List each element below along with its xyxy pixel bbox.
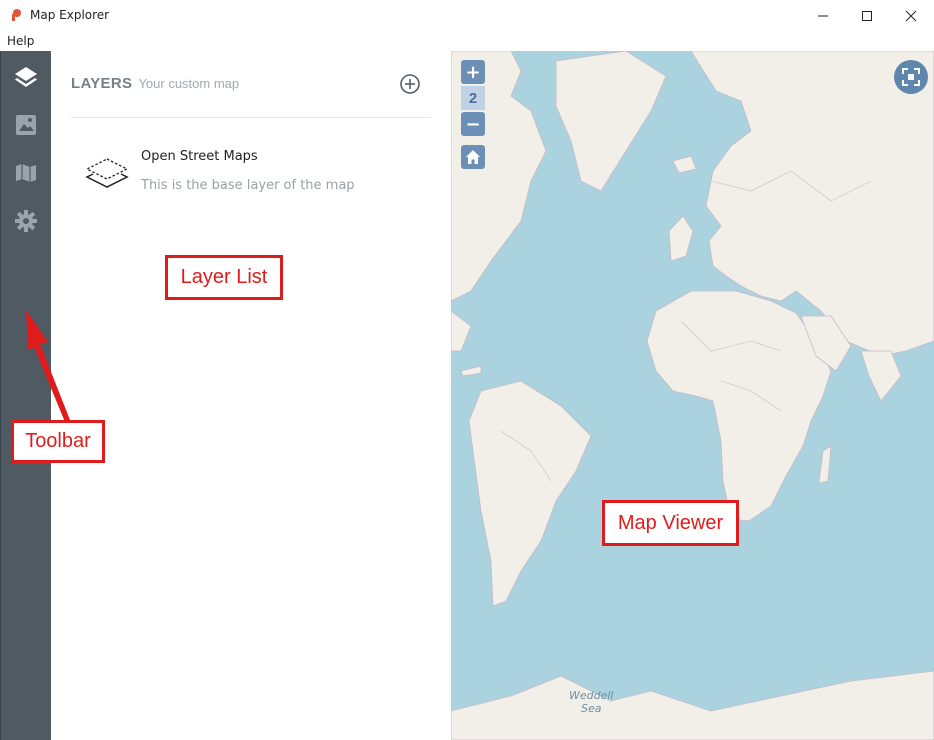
toolbar-images-button[interactable] [10,109,42,141]
annotation-toolbar: Toolbar [11,420,105,463]
add-layer-button[interactable] [399,73,421,95]
layers-panel: LAYERS Your custom map Open Street Maps … [51,51,451,740]
zoom-level-display: 2 [461,86,485,110]
layers-icon [15,67,37,87]
world-map [451,51,934,740]
minimize-icon [818,15,828,16]
menu-bar: Help [0,31,934,51]
fullscreen-button[interactable] [894,60,928,94]
sea-label-line1: Weddell [569,689,614,702]
map-icon [16,164,36,182]
annotation-arrow-icon [26,310,70,422]
map-viewer[interactable]: + 2 − Weddell Sea [451,51,934,740]
toolbar-settings-button[interactable] [10,205,42,237]
layer-description: This is the base layer of the map [141,178,355,193]
title-bar: Map Explorer [0,0,934,31]
annotation-map-viewer: Map Viewer [602,500,739,546]
home-button[interactable] [461,145,485,169]
maximize-button[interactable] [844,0,890,31]
panel-divider [71,117,431,118]
toolbar-layers-button[interactable] [10,61,42,93]
sea-label-line2: Sea [581,702,602,715]
toolbar-map-button[interactable] [10,157,42,189]
maximize-icon [862,10,872,21]
close-button[interactable] [888,0,934,31]
zoom-out-button[interactable]: − [461,112,485,136]
map-label-weddell-sea: Weddell Sea [569,689,614,715]
window-title: Map Explorer [30,8,110,22]
close-icon [905,10,917,21]
zoom-in-button[interactable]: + [461,60,485,84]
layers-panel-subtitle: Your custom map [138,76,240,91]
menu-help[interactable]: Help [7,34,34,48]
layers-panel-header: LAYERS Your custom map [71,75,239,92]
image-icon [16,115,36,135]
layers-panel-title: LAYERS [71,75,133,92]
home-icon [466,150,480,164]
minimize-button[interactable] [800,0,846,31]
layer-stack-icon [85,158,129,188]
app-window: Map Explorer Help LAYERS Your custom map… [0,0,934,740]
zoom-controls: + 2 − [461,60,487,172]
layer-list-item[interactable]: Open Street Maps This is the base layer … [71,139,431,199]
gear-icon [15,210,37,232]
app-logo-icon [12,9,21,21]
fullscreen-icon [902,68,920,86]
layer-name: Open Street Maps [141,149,258,164]
annotation-layer-list: Layer List [165,255,283,300]
